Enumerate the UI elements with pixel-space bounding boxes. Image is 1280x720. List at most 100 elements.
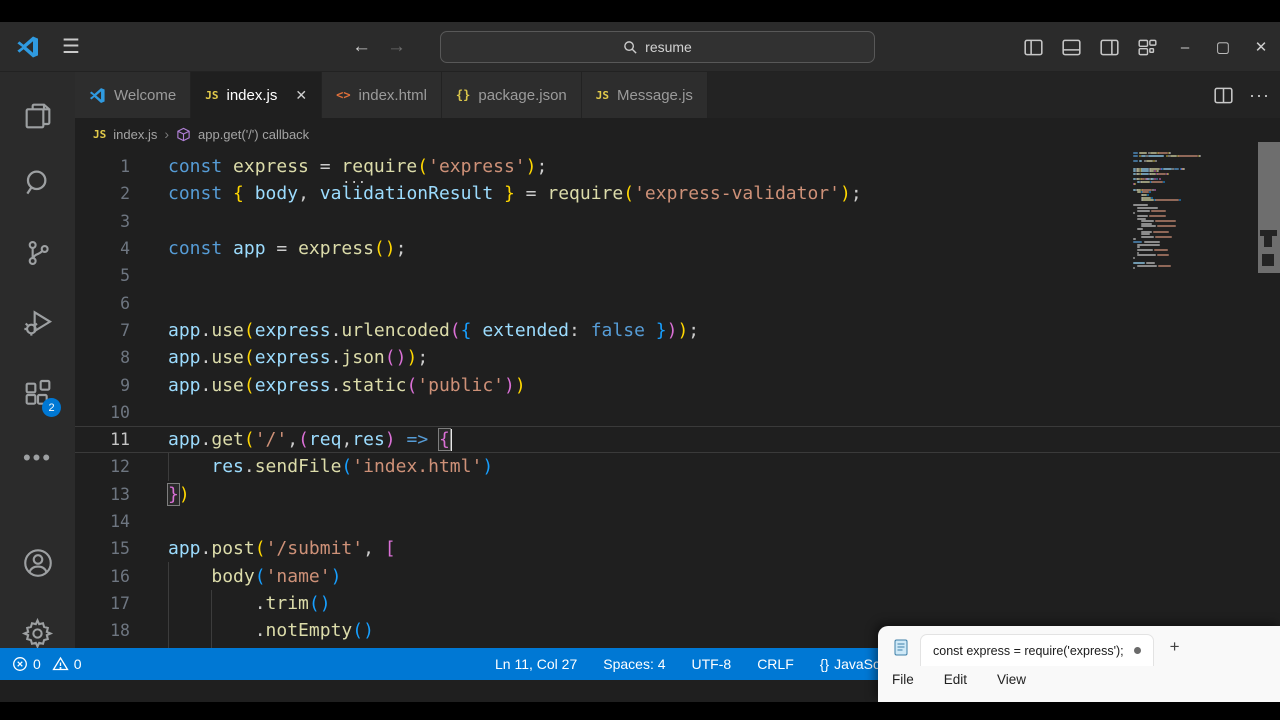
notepad-new-tab-button[interactable]: +: [1170, 637, 1180, 657]
code-token: {: [461, 320, 472, 341]
code-line-12[interactable]: 12 res.sendFile('index.html'): [75, 453, 1280, 480]
code-token: express: [233, 156, 309, 177]
status-indentation[interactable]: Spaces: 4: [603, 656, 665, 672]
code-token: [168, 566, 211, 587]
minimap-line: [1133, 262, 1145, 264]
code-text: app.use(express.urlencoded({ extended: f…: [168, 320, 699, 341]
search-view-icon[interactable]: [0, 157, 75, 209]
code-editor[interactable]: 1const express = require('express');2con…: [75, 150, 1280, 670]
code-line-2[interactable]: 2const { body, validationResult } = requ…: [75, 180, 1280, 207]
code-line-10[interactable]: 10: [75, 399, 1280, 426]
code-token: use: [211, 320, 244, 341]
problems-indicator[interactable]: 0 0: [12, 656, 82, 672]
minimap-line: [1142, 191, 1148, 193]
code-token: urlencoded: [341, 320, 449, 341]
warning-icon: [52, 656, 69, 672]
notepad-menu-view[interactable]: View: [997, 672, 1026, 687]
more-views-icon[interactable]: •••: [0, 432, 75, 484]
toggle-primary-sidebar-icon[interactable]: [1014, 22, 1052, 72]
status-eol[interactable]: CRLF: [757, 656, 794, 672]
breadcrumb-symbol[interactable]: app.get('/') callback: [198, 127, 309, 142]
unsaved-dot: [1134, 647, 1141, 654]
code-token: validationResult: [320, 183, 493, 204]
line-number: 7: [75, 321, 130, 340]
minimap-line: [1157, 254, 1169, 256]
window-minimize-button[interactable]: –: [1166, 22, 1204, 72]
code-token: '/': [255, 429, 288, 450]
notepad-tab[interactable]: const express = require('express');: [920, 634, 1154, 666]
code-token: (: [244, 375, 255, 396]
notepad-menu-edit[interactable]: Edit: [944, 672, 967, 687]
line-number: 3: [75, 212, 130, 231]
code-token: const: [168, 183, 233, 204]
code-token: get: [211, 429, 244, 450]
status-encoding[interactable]: UTF-8: [692, 656, 732, 672]
code-line-4[interactable]: 4const app = express();: [75, 235, 1280, 262]
line-number: 15: [75, 539, 130, 558]
vscode-file-icon: [89, 87, 106, 104]
code-line-7[interactable]: 7 app.use(express.urlencoded({ extended: …: [75, 317, 1280, 344]
code-line-3[interactable]: 3: [75, 208, 1280, 235]
toggle-panel-icon[interactable]: [1052, 22, 1090, 72]
minimap[interactable]: [1133, 152, 1233, 442]
command-center-search[interactable]: resume: [440, 31, 875, 63]
menu-hamburger-icon[interactable]: ☰: [62, 34, 80, 59]
activity-bar: 2 •••: [0, 72, 75, 670]
tab-message-js[interactable]: JSMessage.js: [582, 72, 708, 118]
notepad-icon: [894, 639, 908, 656]
status-cursor-position[interactable]: Ln 11, Col 27: [495, 656, 577, 672]
code-token: const: [168, 238, 233, 259]
run-debug-icon[interactable]: [0, 297, 75, 349]
code-token: ;: [537, 156, 548, 177]
tab-index-js[interactable]: JSindex.js✕: [191, 72, 322, 118]
tab-close-icon[interactable]: ✕: [295, 87, 307, 104]
code-line-16[interactable]: 16 body('name'): [75, 562, 1280, 589]
code-token: extended: [482, 320, 569, 341]
code-line-9[interactable]: 9app.use(express.static('public')): [75, 371, 1280, 398]
toggle-secondary-sidebar-icon[interactable]: [1090, 22, 1128, 72]
code-line-1[interactable]: 1const express = require('express');: [75, 153, 1280, 180]
breadcrumb-separator: ›: [164, 126, 169, 142]
code-token: .: [168, 620, 266, 641]
code-line-17[interactable]: 17 .trim(): [75, 590, 1280, 617]
nav-back-icon[interactable]: ←: [352, 36, 371, 58]
code-line-11[interactable]: 11app.get('/',(req,res) => {: [75, 426, 1280, 453]
code-token: ): [482, 456, 493, 477]
code-line-15[interactable]: 15app.post('/submit', [: [75, 535, 1280, 562]
minimap-line: [1146, 262, 1155, 264]
status-label: Ln 11, Col 27: [495, 656, 577, 672]
code-text: .notEmpty(): [168, 620, 374, 641]
explorer-icon[interactable]: [0, 90, 75, 142]
code-token: [471, 320, 482, 341]
notepad-menu-file[interactable]: File: [892, 672, 914, 687]
nav-forward-icon[interactable]: →: [387, 36, 406, 58]
minimap-line: [1170, 155, 1177, 157]
code-line-13[interactable]: 13}): [75, 481, 1280, 508]
split-editor-icon[interactable]: [1214, 86, 1233, 105]
source-control-icon[interactable]: [0, 227, 75, 279]
accounts-icon[interactable]: [0, 537, 75, 589]
window-maximize-button[interactable]: ▢: [1204, 22, 1242, 72]
code-token: req: [309, 429, 342, 450]
code-line-5[interactable]: 5: [75, 262, 1280, 289]
code-line-6[interactable]: 6: [75, 289, 1280, 316]
line-number: 9: [75, 376, 130, 395]
extensions-icon[interactable]: 2: [0, 367, 75, 419]
minimap-line: [1133, 241, 1142, 243]
title-bar: ☰ ← → resume: [0, 22, 1280, 72]
tab-index-html[interactable]: <>index.html: [322, 72, 442, 118]
code-line-14[interactable]: 14: [75, 508, 1280, 535]
window-close-button[interactable]: ✕: [1242, 22, 1280, 72]
screen: ☰ ← → resume: [0, 0, 1280, 720]
breadcrumb-file[interactable]: index.js: [113, 127, 157, 142]
more-actions-icon[interactable]: ···: [1249, 85, 1270, 106]
tab-package-json[interactable]: {}package.json: [442, 72, 582, 118]
code-line-8[interactable]: 8app.use(express.json());: [75, 344, 1280, 371]
line-number: 1: [75, 157, 130, 176]
line-number: 18: [75, 621, 130, 640]
braces-icon: {}: [820, 656, 829, 672]
customize-layout-icon[interactable]: [1128, 22, 1166, 72]
notepad-overlay-window[interactable]: const express = require('express'); + Fi…: [878, 626, 1280, 702]
tab-welcome[interactable]: Welcome: [75, 72, 191, 118]
minimap-line: [1137, 254, 1156, 256]
